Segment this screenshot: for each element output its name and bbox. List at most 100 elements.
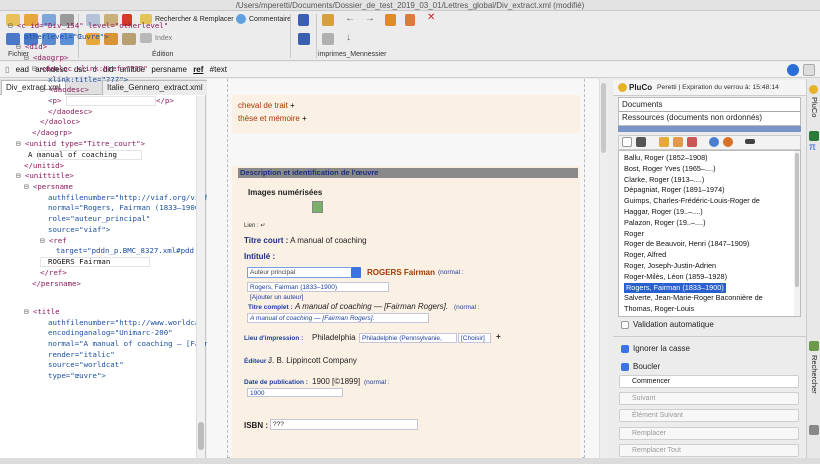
xml-line[interactable]: authfilenumber="http://viaf.org/viaf/4	[48, 193, 217, 203]
date-normal-field[interactable]: 1900	[247, 388, 343, 397]
collapse-toggle-icon[interactable]: ⊟	[24, 53, 33, 62]
xml-line[interactable]: render="italic"	[48, 350, 115, 360]
xml-line[interactable]: type="œuvre">	[48, 371, 106, 381]
list-scrollbar[interactable]	[794, 151, 800, 316]
navigate-back-icon[interactable]	[787, 64, 799, 76]
xml-line[interactable]: normal="Rogers, Fairman (1833–1900	[48, 203, 199, 213]
xml-line[interactable]: </daoloc>	[40, 117, 80, 127]
collapse-toggle-icon[interactable]: ⊟	[16, 139, 25, 148]
xml-line[interactable]: xlink:title="???">	[48, 75, 128, 85]
replace-button[interactable]: Remplacer	[619, 427, 799, 440]
xml-line[interactable]: authfilenumber="http://www.worldcat	[48, 318, 204, 328]
authority-list-item[interactable]: Roger-Milès, Léon (1859–1928)	[624, 272, 727, 283]
chevron-down-icon[interactable]	[351, 267, 361, 278]
editor-scrollbar[interactable]	[196, 96, 205, 458]
start-button[interactable]: Commencer	[619, 375, 799, 388]
tab-search[interactable]: Rechercher	[808, 355, 820, 411]
collapse-toggle-icon[interactable]: ⊟	[8, 21, 17, 30]
authority-list-item[interactable]: Haggar, Roger (19..–....)	[624, 207, 703, 218]
image-icon[interactable]	[312, 201, 323, 213]
xml-close-p[interactable]: </p>	[156, 96, 174, 106]
xml-line[interactable]: </ref>	[40, 268, 67, 278]
authority-list-item[interactable]: Thomas, Roger-Louis	[624, 304, 694, 315]
arrow-left-icon[interactable]: ←	[345, 14, 355, 24]
text-node-box[interactable]	[38, 150, 142, 160]
new-icon[interactable]	[622, 137, 632, 147]
authority-list-item[interactable]: Rogers, Fairman (1833–1900)	[624, 282, 726, 294]
authority-list-item[interactable]: Roger, Alfred	[624, 250, 666, 261]
text-node-box[interactable]	[40, 257, 150, 267]
align-icon[interactable]	[298, 33, 310, 45]
breadcrumb-item[interactable]: #text	[208, 62, 229, 78]
role-select[interactable]: Auteur principal	[247, 267, 361, 278]
authority-list-item[interactable]: Roger de Beauvoir, Henri (1847–1909)	[624, 239, 749, 250]
refresh-icon[interactable]	[709, 137, 719, 147]
edit-icon[interactable]	[673, 137, 683, 147]
authority-list[interactable]: Ballu, Roger (1852–1908) Bost, Roger Yves…	[618, 150, 801, 317]
xml-line[interactable]: </unitid>	[24, 161, 64, 171]
xml-line[interactable]: ⊟ <daoloc xlink:href="???"	[32, 64, 148, 74]
index-icon[interactable]	[140, 33, 152, 43]
replace-all-button[interactable]: Remplacer Tout	[619, 444, 799, 457]
document-list[interactable]: Documents Ressources (documents non ordo…	[618, 97, 801, 126]
add-author-link[interactable]: [Ajouter un auteur]	[250, 294, 303, 301]
text-format-icon[interactable]	[298, 14, 309, 26]
delete-icon[interactable]	[687, 137, 697, 147]
arrow-down-icon[interactable]: ↓	[346, 33, 351, 43]
xml-line[interactable]: ⊟ <c id="Div_154" level="otherlevel"	[8, 21, 168, 31]
add-icon[interactable]: +	[302, 114, 307, 123]
xml-line[interactable]: ⊟ <persname	[24, 182, 73, 192]
form-scrollbar[interactable]	[599, 79, 607, 458]
navigate-forward-icon[interactable]	[803, 64, 815, 76]
authority-list-item[interactable]: Palazon, Roger (19..–....)	[624, 218, 706, 229]
author-normal-field[interactable]: Rogers, Fairman (1833–1900)	[247, 282, 389, 292]
pluco-tab-icon[interactable]	[809, 85, 818, 94]
pi-icon[interactable]: π	[809, 142, 816, 153]
xml-line[interactable]: ⊟ <unitid type="Titre_court">	[16, 139, 145, 149]
xml-line[interactable]: ⊟ <unittitle>	[16, 171, 74, 181]
arrow-right-icon[interactable]: →	[365, 14, 375, 24]
xml-line[interactable]: <p>	[48, 96, 61, 106]
authority-list-item[interactable]: Ballu, Roger (1852–1908)	[624, 153, 708, 164]
next-button[interactable]: Suivant	[619, 392, 799, 405]
isbn-field[interactable]: ???	[270, 419, 418, 430]
authority-list-item[interactable]: Roger	[624, 229, 644, 240]
list-item[interactable]: Ressources (documents non ordonnés)	[622, 113, 762, 122]
loop-checkbox[interactable]	[621, 363, 629, 371]
xml-line[interactable]: target="pddn_p.BMC_8327.xml#pdd	[56, 246, 194, 256]
xml-line[interactable]: otherlevel="Œuvre">	[24, 32, 109, 42]
authority-list-item[interactable]: Salverte, Jean-Marie-Roger Baconnière de	[624, 293, 763, 304]
collapse-toggle-icon[interactable]: ⊟	[16, 42, 25, 51]
list-item[interactable]: Documents	[622, 100, 662, 109]
add-icon[interactable]: +	[290, 101, 295, 110]
xml-line[interactable]: ⊟ <daodesc>	[40, 85, 89, 95]
xml-line[interactable]: ⊟ <title	[24, 307, 60, 317]
copy-element-icon[interactable]	[322, 33, 334, 45]
authority-list-item[interactable]: Dépagniat, Roger (1891–1974)	[624, 185, 725, 196]
breadcrumb-item[interactable]: persname	[149, 62, 189, 78]
save-icon[interactable]	[636, 137, 646, 147]
date-value[interactable]: 1900 [©1899]	[312, 377, 360, 386]
full-title-normal-field[interactable]: A manual of coaching — [Fairman Rogers].	[247, 313, 429, 323]
choose-button[interactable]: [Choisir]	[458, 333, 491, 343]
layout-icon[interactable]	[385, 14, 396, 26]
xml-line[interactable]: </daogrp>	[32, 128, 72, 138]
full-title-value[interactable]: A manual of coaching — [Fairman Rogers].	[295, 302, 448, 311]
search-tab-icon[interactable]	[809, 341, 819, 351]
close-icon[interactable]: ✕	[427, 13, 435, 23]
ignore-case-checkbox[interactable]	[621, 345, 629, 353]
authority-list-item[interactable]: Clarke, Roger (1913–....)	[624, 175, 704, 186]
short-title-value[interactable]: A manual of coaching	[290, 236, 367, 245]
tab-pluco[interactable]: PluCo	[808, 97, 820, 127]
breadcrumb-item-current[interactable]: ref	[191, 62, 205, 78]
xml-line[interactable]: source="worldcat"	[48, 360, 124, 370]
xml-line[interactable]: ⊟ <ref	[40, 236, 67, 246]
author-name[interactable]: ROGERS Fairman	[367, 268, 435, 277]
xml-line[interactable]: ⊟ <did>	[16, 42, 47, 52]
publisher-value[interactable]: J. B. Lippincott Company	[268, 356, 357, 365]
xml-line[interactable]: normal="A manual of coaching — [Fair	[48, 339, 208, 349]
xml-line[interactable]: ⊟ <daogrp>	[24, 53, 69, 63]
collapse-toggle-icon[interactable]: ⊟	[32, 64, 41, 73]
authority-list-item[interactable]: Bost, Roger Yves (1965–....)	[624, 164, 716, 175]
comment-icon[interactable]	[236, 14, 246, 24]
